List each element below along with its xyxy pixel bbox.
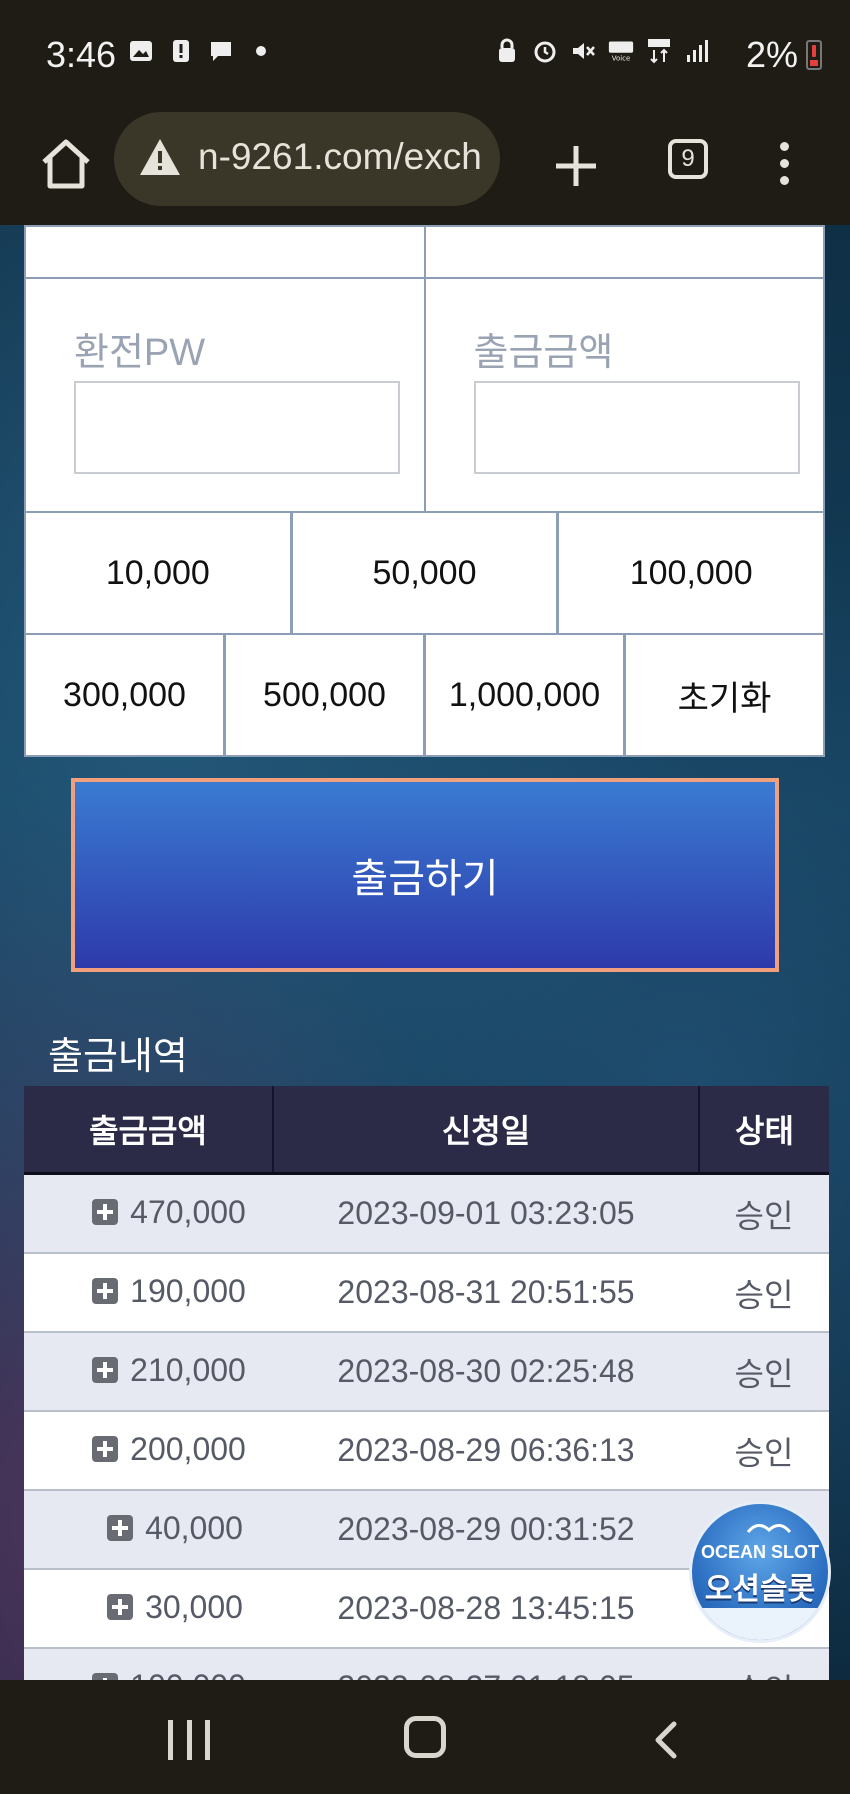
expand-plus-icon[interactable] <box>107 1515 134 1542</box>
row-status: 승인 <box>699 1332 829 1412</box>
withdraw-submit-button[interactable]: 출금하기 <box>71 778 779 972</box>
amount-100000-button[interactable]: 100,000 <box>559 513 824 633</box>
table-row[interactable]: 100,000 2023-08-27 01:18:05 승인 <box>24 1648 829 1680</box>
reset-button[interactable]: 초기화 <box>626 635 823 755</box>
amount-1000000-button[interactable]: 1,000,000 <box>426 635 626 755</box>
table-header-row: 출금금액 신청일 상태 <box>24 1086 829 1175</box>
expand-plus-icon[interactable] <box>92 1436 119 1463</box>
row-date: 2023-08-27 01:18:05 <box>273 1648 699 1680</box>
alarm-icon <box>534 41 556 63</box>
warning-icon[interactable] <box>138 137 182 177</box>
notification-icons <box>128 38 266 64</box>
row-status: 승인 <box>699 1411 829 1491</box>
row-date: 2023-08-29 00:31:52 <box>273 1490 699 1570</box>
header-date: 신청일 <box>273 1086 700 1175</box>
tab-switcher-button[interactable]: 9 <box>668 139 708 179</box>
expand-plus-icon[interactable] <box>107 1594 134 1621</box>
amount-50000-button[interactable]: 50,000 <box>292 513 560 633</box>
table-row[interactable]: 210,000 2023-08-30 02:25:48 승인 <box>24 1332 829 1412</box>
signal-icon <box>687 40 708 62</box>
row-amount: 200,000 <box>130 1430 246 1467</box>
home-icon[interactable] <box>30 128 102 200</box>
expand-plus-icon[interactable] <box>92 1278 119 1305</box>
amount-500000-button[interactable]: 500,000 <box>226 635 426 755</box>
status-time: 3:46 <box>46 34 117 75</box>
plus-icon[interactable] <box>544 134 608 198</box>
expand-plus-icon[interactable] <box>92 1199 119 1226</box>
exchange-pw-input[interactable] <box>74 381 400 474</box>
row-amount: 210,000 <box>130 1351 246 1388</box>
withdraw-amount-cell: 출금금액 <box>426 279 824 511</box>
alert-icon <box>173 40 189 62</box>
page-content: 환전PW 출금금액 10,000 50,000 100,000 300,000 … <box>0 225 850 1680</box>
expand-plus-icon[interactable] <box>92 1673 119 1680</box>
lock-icon <box>499 38 515 62</box>
system-icons: Voice <box>494 38 710 64</box>
badge-english-text: OCEAN SLOT <box>700 1542 819 1562</box>
row-date: 2023-08-29 06:36:13 <box>273 1411 699 1491</box>
svg-text:Voice: Voice <box>612 55 630 63</box>
withdraw-amount-input[interactable] <box>473 381 800 474</box>
home-nav-icon[interactable] <box>404 1716 446 1758</box>
amount-buttons-row-2: 300,000 500,000 1,000,000 초기화 <box>26 635 823 755</box>
status-bar: 3:46 Voice 2% <box>0 0 850 110</box>
table-row[interactable]: 470,000 2023-09-01 03:23:05 승인 <box>24 1173 829 1254</box>
message-icon <box>211 42 231 61</box>
android-nav-bar <box>0 1680 850 1794</box>
address-bar[interactable]: n-9261.com/exch <box>114 112 500 206</box>
withdraw-history-title: 출금내역 <box>48 1036 188 1078</box>
ocean-slot-badge[interactable]: OCEAN SLOT 오션슬롯 <box>689 1501 831 1643</box>
hd-voice-icon: Voice <box>608 41 634 63</box>
row-amount: 100,000 <box>130 1668 246 1680</box>
withdraw-form: 환전PW 출금금액 10,000 50,000 100,000 300,000 … <box>24 225 825 757</box>
form-top-row-cutoff <box>26 227 823 279</box>
header-status: 상태 <box>699 1086 829 1175</box>
row-amount: 40,000 <box>145 1509 243 1546</box>
header-amount: 출금금액 <box>24 1086 274 1175</box>
amount-10000-button[interactable]: 10,000 <box>26 513 293 633</box>
battery-low-icon <box>806 40 822 70</box>
more-notifications-dot <box>256 46 266 56</box>
expand-plus-icon[interactable] <box>92 1357 119 1384</box>
row-date: 2023-08-30 02:25:48 <box>273 1332 699 1412</box>
exchange-pw-label: 환전PW <box>74 332 206 374</box>
badge-wave <box>692 1608 828 1640</box>
table-row[interactable]: 200,000 2023-08-29 06:36:13 승인 <box>24 1411 829 1491</box>
mute-icon <box>573 43 595 59</box>
row-amount: 190,000 <box>130 1272 246 1309</box>
row-date: 2023-09-01 03:23:05 <box>273 1173 699 1254</box>
row-date: 2023-08-28 13:45:15 <box>273 1569 699 1649</box>
row-date: 2023-08-31 20:51:55 <box>273 1253 699 1333</box>
badge-korean-text: 오션슬롯 <box>704 1573 816 1606</box>
withdraw-amount-label: 출금금액 <box>473 332 614 374</box>
seagull-icon <box>746 1524 792 1534</box>
table-row[interactable]: 190,000 2023-08-31 20:51:55 승인 <box>24 1253 829 1333</box>
battery-percent: 2% <box>745 34 798 75</box>
recent-apps-icon[interactable] <box>168 1720 210 1760</box>
form-fields-row: 환전PW 출금금액 <box>26 279 823 513</box>
lte-icon <box>648 39 670 64</box>
gallery-icon <box>130 41 152 61</box>
back-icon[interactable] <box>648 1720 684 1760</box>
amount-buttons-row-1: 10,000 50,000 100,000 <box>26 513 824 635</box>
row-status: 승인 <box>699 1253 829 1333</box>
row-status: 승인 <box>699 1648 829 1680</box>
row-amount: 470,000 <box>130 1193 246 1230</box>
row-status: 승인 <box>699 1173 829 1254</box>
exchange-pw-cell: 환전PW <box>26 279 426 511</box>
row-amount: 30,000 <box>145 1588 243 1625</box>
amount-300000-button[interactable]: 300,000 <box>26 635 226 755</box>
more-menu-icon[interactable] <box>768 138 800 198</box>
browser-toolbar: n-9261.com/exch 9 <box>0 110 850 225</box>
url-text[interactable]: n-9261.com/exch <box>198 136 488 178</box>
